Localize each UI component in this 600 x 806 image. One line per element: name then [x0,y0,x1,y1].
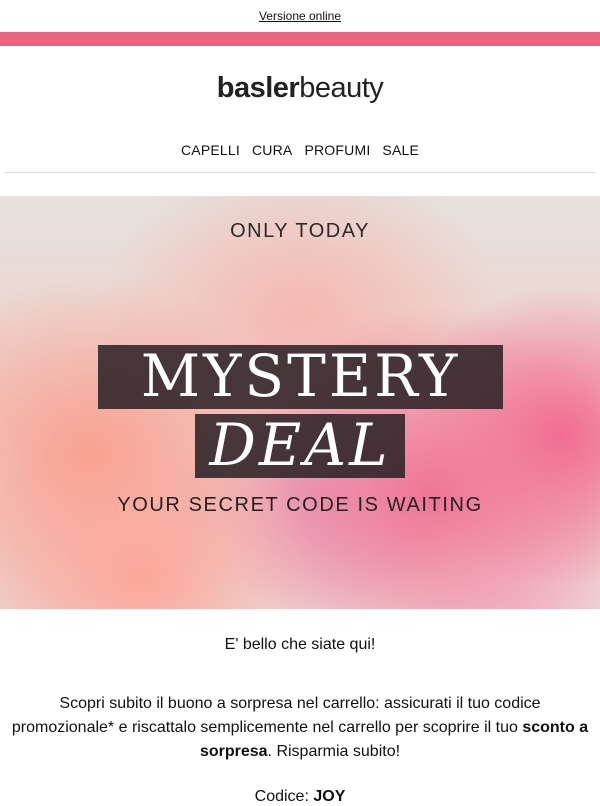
hero-top-text: ONLY TODAY [230,220,370,242]
nav-divider [4,172,596,173]
promo-code: Codice: JOY [0,788,600,806]
nav-item-cura[interactable]: CURA [252,142,292,158]
hero-bottom-text: YOUR SECRET CODE IS WAITING [117,494,483,516]
nav-item-capelli[interactable]: CAPELLI [181,142,240,158]
top-link-bar: Versione online [0,0,600,32]
logo-text-light: beauty [299,71,384,104]
brand-logo[interactable]: baslerbeauty [0,46,600,124]
logo-text: baslerbeauty [217,72,384,105]
logo-text-bold: basler [216,71,300,104]
code-value: JOY [313,788,346,805]
hero-headline-deal: DEAL [209,411,391,479]
nav-item-profumi[interactable]: PROFUMI [304,142,370,158]
online-version-link[interactable]: Versione online [259,9,341,23]
hero-banner[interactable]: ONLY TODAY MYSTERY DEAL YOUR SECRET CODE… [0,196,600,609]
code-label: Codice: [254,788,309,805]
hero-headline-mystery: MYSTERY [140,342,461,410]
promo-message: Scopri subito il buono a sorpresa nel ca… [8,692,592,764]
main-nav: CAPELLI CURA PROFUMI SALE [0,124,600,172]
brand-color-bar [0,32,600,46]
nav-item-sale[interactable]: SALE [382,142,419,158]
promo-message-pre: Scopri subito il buono a sorpresa nel ca… [11,695,541,736]
body-content: E' bello che siate qui! Scopri subito il… [0,609,600,806]
promo-message-post: . Risparmia subito! [267,743,401,760]
greeting-text: E' bello che siate qui! [224,636,376,653]
